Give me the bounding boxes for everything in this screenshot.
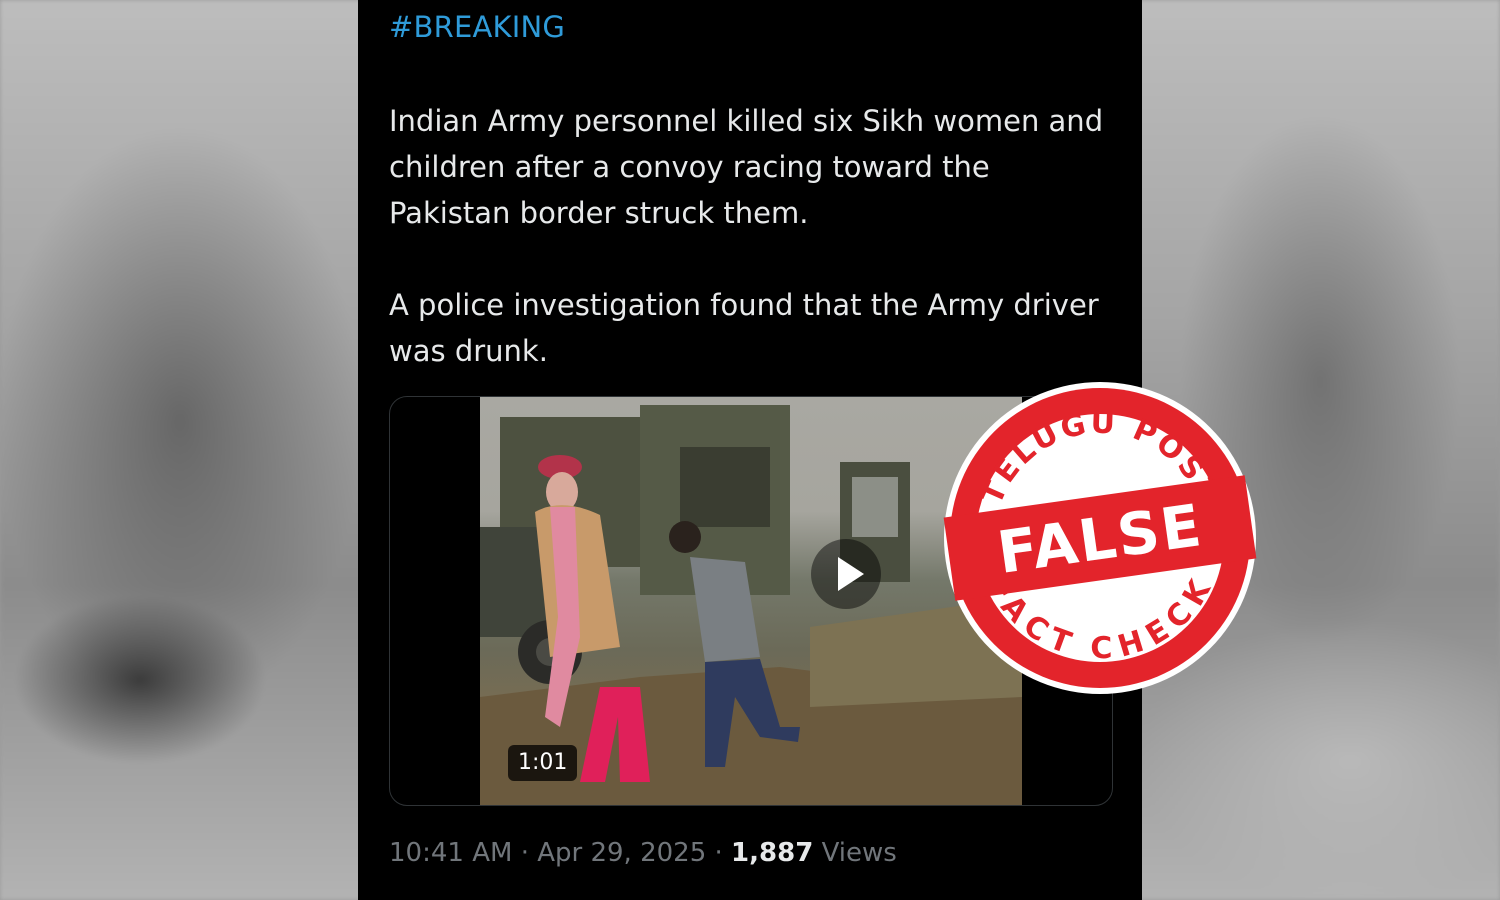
separator: · xyxy=(714,838,723,868)
tweet-metadata: 10:41 AM · Apr 29, 2025 · 1,887 Views xyxy=(389,838,897,868)
video-duration-badge: 1:01 xyxy=(508,745,578,781)
false-fact-check-stamp: TELUGU POST FACT CHECK FALSE xyxy=(943,382,1257,694)
tweet-time[interactable]: 10:41 AM xyxy=(389,838,512,868)
views-count: 1,887 xyxy=(731,838,814,868)
play-button[interactable] xyxy=(811,539,881,609)
tweet-date[interactable]: Apr 29, 2025 xyxy=(537,838,706,868)
views-label: Views xyxy=(821,838,897,868)
hashtag-link[interactable]: #BREAKING xyxy=(389,10,565,44)
tweet-text-paragraph-1: Indian Army personnel killed six Sikh wo… xyxy=(389,104,1104,230)
separator: · xyxy=(520,838,529,868)
tweet-text-paragraph-2: A police investigation found that the Ar… xyxy=(389,288,1099,368)
